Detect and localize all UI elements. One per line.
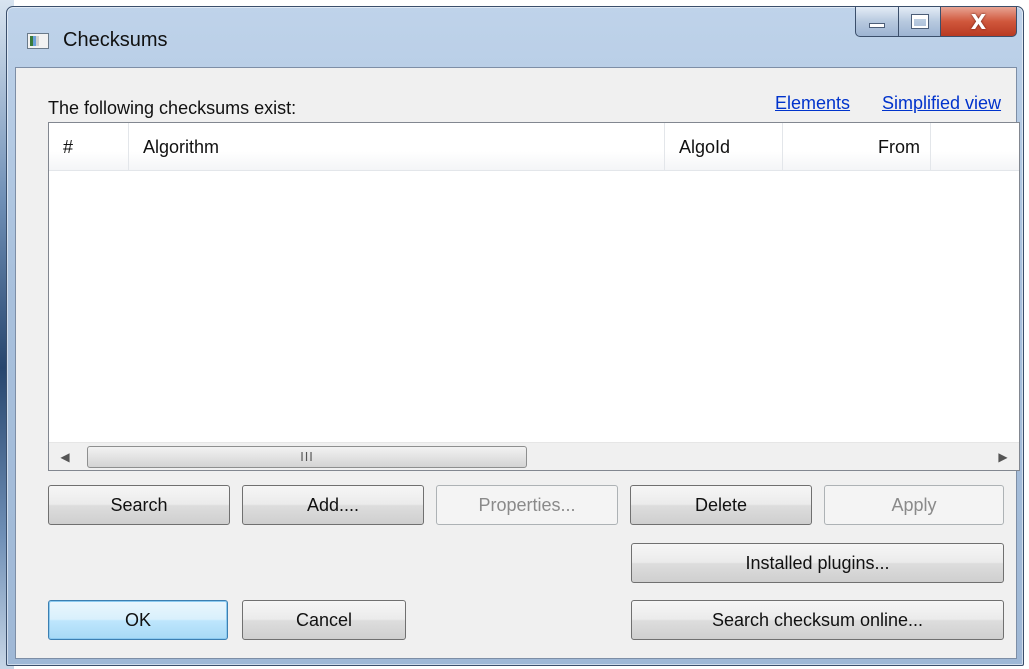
column-header-from[interactable]: From (783, 123, 931, 171)
add-button[interactable]: Add.... (242, 485, 424, 525)
checksums-exist-label: The following checksums exist: (48, 98, 297, 118)
search-button[interactable]: Search (48, 485, 230, 525)
elements-link[interactable]: Elements (775, 93, 850, 114)
ok-button[interactable]: OK (48, 600, 228, 640)
column-header-algoid[interactable]: AlgoId (665, 123, 783, 171)
column-header-extra[interactable] (931, 123, 1019, 171)
list-header: # Algorithm AlgoId From (49, 123, 1019, 171)
checksums-list[interactable]: # Algorithm AlgoId From ◀ III ▶ (48, 122, 1020, 471)
checksums-dialog: Checksums X The following checksums exis… (6, 6, 1024, 666)
scroll-right-arrow-icon[interactable]: ▶ (987, 443, 1019, 471)
dialog-client-area: The following checksums exist: Elements … (15, 67, 1020, 659)
column-header-algorithm[interactable]: Algorithm (129, 123, 665, 171)
properties-button[interactable]: Properties... (436, 485, 618, 525)
cancel-button[interactable]: Cancel (242, 600, 406, 640)
apply-button[interactable]: Apply (824, 485, 1004, 525)
app-icon (27, 33, 49, 49)
scroll-left-arrow-icon[interactable]: ◀ (49, 443, 81, 471)
title-bar[interactable]: Checksums X (7, 7, 1023, 65)
scrollbar-thumb[interactable]: III (87, 446, 527, 468)
maximize-button[interactable] (899, 7, 941, 37)
scrollbar-grip-icon: III (300, 450, 314, 464)
search-checksum-online-button[interactable]: Search checksum online... (631, 600, 1004, 640)
minimize-button[interactable] (855, 7, 899, 37)
installed-plugins-button[interactable]: Installed plugins... (631, 543, 1004, 583)
simplified-view-link[interactable]: Simplified view (882, 93, 1001, 114)
delete-button[interactable]: Delete (630, 485, 812, 525)
close-icon: X (970, 9, 987, 34)
close-button[interactable]: X (941, 7, 1017, 37)
window-title: Checksums (63, 29, 168, 51)
horizontal-scrollbar[interactable]: ◀ III ▶ (49, 442, 1019, 470)
minimize-icon (869, 23, 885, 28)
maximize-icon (910, 14, 929, 29)
column-header-number[interactable]: # (49, 123, 129, 171)
caption-buttons: X (855, 7, 1017, 37)
